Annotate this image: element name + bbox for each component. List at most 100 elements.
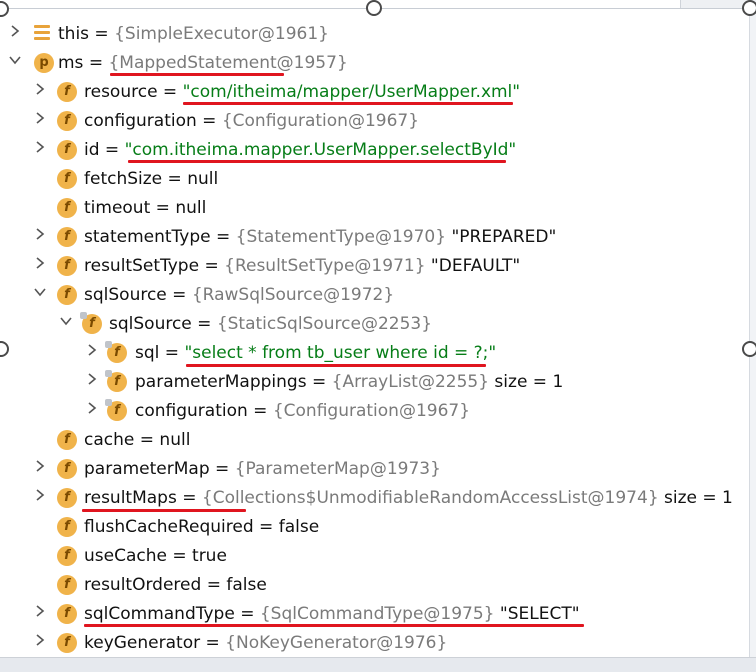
variable-name: sqlCommandType bbox=[84, 604, 235, 624]
equals-sign: = bbox=[99, 140, 125, 160]
field-lock-icon: f bbox=[105, 399, 127, 421]
variable-name: id bbox=[84, 140, 100, 160]
resize-handle-top-left[interactable] bbox=[0, 1, 9, 17]
resize-handle-top-middle[interactable] bbox=[366, 0, 382, 16]
variable-name: sql bbox=[135, 343, 160, 363]
equals-sign: = bbox=[89, 24, 115, 44]
expand-arrow-icon[interactable] bbox=[33, 459, 47, 473]
object-reference: {Configuration@1967} bbox=[272, 401, 471, 421]
variable-label: cache = null bbox=[84, 428, 190, 452]
variable-value: "PREPARED" bbox=[446, 227, 557, 247]
expand-arrow-icon[interactable] bbox=[33, 633, 47, 647]
variable-value: size = 1 bbox=[658, 488, 733, 508]
variable-value: null bbox=[159, 430, 191, 450]
variable-value: size = 1 bbox=[489, 372, 564, 392]
object-reference: {StatementType@1970} bbox=[235, 227, 447, 247]
expand-arrow-icon[interactable] bbox=[8, 24, 22, 38]
field-icon: f bbox=[57, 459, 77, 479]
field-lock-icon: f bbox=[105, 370, 127, 392]
equals-sign: = bbox=[199, 256, 225, 276]
annotation-underline-mappedstatement bbox=[110, 73, 284, 76]
resize-handle-middle-right[interactable] bbox=[742, 341, 756, 357]
equals-sign: = bbox=[209, 459, 235, 479]
variable-value: "DEFAULT" bbox=[425, 256, 521, 276]
expand-arrow-icon[interactable] bbox=[85, 372, 99, 386]
vertical-scrollbar[interactable] bbox=[749, 0, 756, 672]
expand-arrow-icon[interactable] bbox=[33, 82, 47, 96]
equals-sign: = bbox=[162, 169, 188, 189]
object-reference: {RawSqlSource@1972} bbox=[191, 285, 395, 305]
annotation-underline-id bbox=[128, 160, 506, 163]
variable-name: resultMaps bbox=[84, 488, 177, 508]
collapse-arrow-icon[interactable] bbox=[59, 314, 73, 328]
expand-arrow-icon[interactable] bbox=[85, 401, 99, 415]
object-reference: {ArrayList@2255} bbox=[331, 372, 490, 392]
expand-arrow-icon[interactable] bbox=[33, 604, 47, 618]
variable-name: resultSetType bbox=[84, 256, 200, 276]
field-icon: f bbox=[57, 517, 77, 537]
resize-handle-top-right[interactable] bbox=[742, 0, 756, 16]
expand-arrow-icon[interactable] bbox=[85, 343, 99, 357]
variable-label: resultSetType = {ResultSetType@1971} "DE… bbox=[84, 254, 520, 278]
field-icon: f bbox=[57, 82, 77, 102]
equals-sign: = bbox=[166, 546, 193, 566]
object-reference: {NoKeyGenerator@1976} bbox=[225, 633, 448, 653]
horizontal-scrollbar[interactable] bbox=[0, 657, 756, 672]
variable-value: false bbox=[278, 517, 320, 537]
variable-name: timeout bbox=[84, 198, 151, 218]
p-icon: p bbox=[34, 53, 54, 73]
variable-label: configuration = {Configuration@1967} bbox=[135, 399, 470, 423]
equals-sign: = bbox=[191, 314, 217, 334]
field-lock-icon: f bbox=[105, 341, 127, 363]
variable-name: resource bbox=[84, 82, 158, 102]
string-value: "com/itheima/mapper/UserMapper.xml" bbox=[182, 82, 521, 102]
variable-label: sql = "select * from tb_user where id = … bbox=[135, 341, 496, 365]
equals-sign: = bbox=[196, 111, 222, 131]
variable-name: ms bbox=[58, 53, 84, 73]
expand-arrow-icon[interactable] bbox=[33, 256, 47, 270]
variable-label: timeout = null bbox=[84, 196, 206, 220]
variable-name: sqlSource bbox=[109, 314, 192, 334]
variable-label: resource = "com/itheima/mapper/UserMappe… bbox=[84, 80, 520, 104]
equals-sign: = bbox=[83, 53, 109, 73]
variable-label: useCache = true bbox=[84, 544, 227, 568]
variable-value: null bbox=[175, 198, 207, 218]
variable-name: keyGenerator bbox=[84, 633, 201, 653]
variable-name: configuration bbox=[84, 111, 197, 131]
expand-arrow-icon[interactable] bbox=[33, 140, 47, 154]
equals-sign: = bbox=[253, 517, 279, 537]
equals-sign: = bbox=[210, 227, 236, 247]
variable-label: flushCacheRequired = false bbox=[84, 515, 319, 539]
object-reference: {SimpleExecutor@1961} bbox=[114, 24, 329, 44]
variable-name: cache bbox=[84, 430, 135, 450]
annotation-underline-sqlcommandtype bbox=[84, 624, 584, 627]
variable-label: statementType = {StatementType@1970} "PR… bbox=[84, 225, 556, 249]
annotation-underline-resultmaps bbox=[82, 509, 246, 512]
variable-label: configuration = {Configuration@1967} bbox=[84, 109, 419, 133]
field-icon: f bbox=[57, 256, 77, 276]
variable-label: parameterMap = {ParameterMap@1973} bbox=[84, 457, 441, 481]
annotation-underline-sql bbox=[186, 364, 486, 367]
field-icon: f bbox=[57, 604, 77, 624]
equals-sign: = bbox=[201, 575, 227, 595]
expand-arrow-icon[interactable] bbox=[33, 488, 47, 502]
variable-label: sqlSource = {StaticSqlSource@2253} bbox=[109, 312, 432, 336]
field-icon: f bbox=[57, 546, 77, 566]
variable-name: useCache bbox=[84, 546, 167, 566]
collapse-arrow-icon[interactable] bbox=[8, 53, 22, 67]
variable-value: false bbox=[226, 575, 267, 595]
object-reference: {Collections$UnmodifiableRandomAccessLis… bbox=[201, 488, 659, 508]
field-icon: f bbox=[57, 227, 77, 247]
list-icon bbox=[34, 25, 50, 41]
variable-name: parameterMappings bbox=[135, 372, 307, 392]
variable-value: null bbox=[187, 169, 219, 189]
collapse-arrow-icon[interactable] bbox=[33, 285, 47, 299]
variable-label: parameterMappings = {ArrayList@2255} siz… bbox=[135, 370, 563, 394]
equals-sign: = bbox=[176, 488, 202, 508]
variable-label: keyGenerator = {NoKeyGenerator@1976} bbox=[84, 631, 447, 655]
resize-handle-middle-left[interactable] bbox=[0, 341, 9, 357]
field-icon: f bbox=[57, 285, 77, 305]
field-icon: f bbox=[57, 488, 77, 508]
expand-arrow-icon[interactable] bbox=[33, 111, 47, 125]
expand-arrow-icon[interactable] bbox=[33, 227, 47, 241]
